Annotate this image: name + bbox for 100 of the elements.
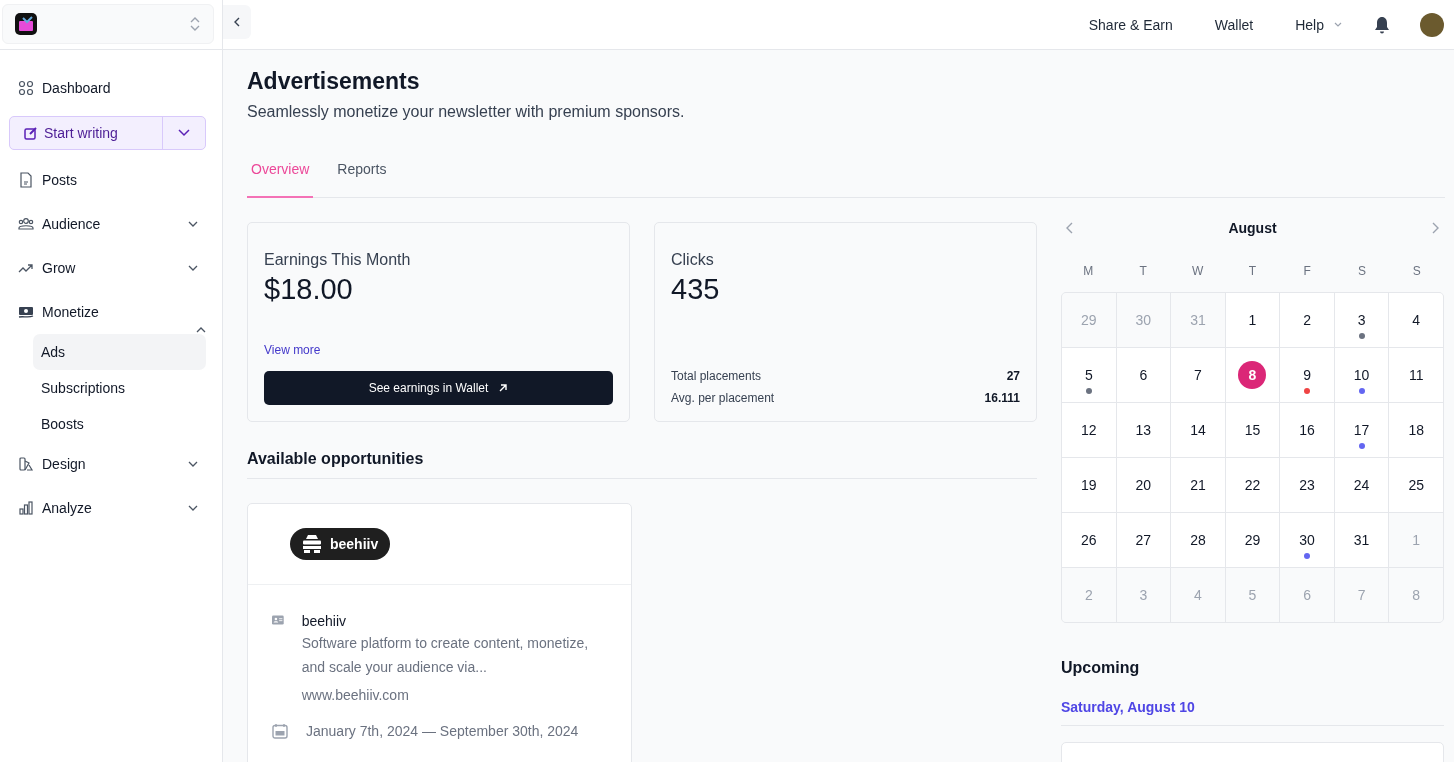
calendar-day[interactable]: 13: [1116, 403, 1171, 457]
sponsor-description: Software platform to create content, monetize, and scale your audience via...: [301, 634, 590, 677]
day-number: 3: [1356, 311, 1367, 330]
day-number: 19: [1080, 476, 1098, 495]
nav-item[interactable]: Design: [9, 442, 206, 486]
day-number: 1: [1247, 311, 1258, 330]
day-number: 5: [1083, 366, 1094, 385]
day-number: 4: [1411, 311, 1422, 330]
card-value: $18.00: [264, 273, 354, 306]
calendar-day[interactable]: 17: [1334, 403, 1389, 457]
opportunity-card[interactable]: beehiiv beehiiv Software platform to create content, monetize, and scale your audience via... www.beehiiv.com January 7th, 2024 — September 30th, 2024: [247, 503, 632, 762]
collapse-sidebar-button[interactable]: [223, 5, 251, 39]
calendar-day[interactable]: 22: [1225, 458, 1280, 512]
tab[interactable]: Reports: [333, 153, 391, 198]
calendar-day[interactable]: 30: [1280, 513, 1334, 567]
day-number: 5: [1247, 586, 1258, 605]
day-number: 26: [1080, 531, 1098, 550]
calendar-day[interactable]: 19: [1062, 458, 1116, 512]
stat-value: 27: [1006, 369, 1020, 383]
calendar-day[interactable]: 6: [1116, 348, 1171, 402]
calendar-day[interactable]: 12: [1062, 403, 1116, 457]
chevron-left-icon: [234, 17, 240, 27]
calendar-day[interactable]: 10: [1334, 348, 1389, 402]
weekday-label: S: [1356, 264, 1367, 278]
nav-icon: [18, 80, 34, 96]
workspace-switcher[interactable]: [2, 4, 214, 44]
stat-label: Total placements: [671, 369, 762, 383]
page-subtitle: Seamlessly monetize your newsletter with premium sponsors.: [247, 103, 686, 121]
calendar-day[interactable]: 24: [1334, 458, 1389, 512]
calendar-day[interactable]: 27: [1116, 513, 1171, 567]
calendar-day[interactable]: 4: [1389, 293, 1443, 347]
nav-item[interactable]: Audience: [9, 202, 206, 246]
nav-subitem[interactable]: Ads: [33, 334, 206, 370]
day-number: 8: [1238, 361, 1267, 389]
wallet-button[interactable]: See earnings in Wallet: [264, 371, 613, 405]
chevron-left-icon[interactable]: [1065, 222, 1073, 234]
calendar-day[interactable]: 5: [1062, 348, 1116, 402]
day-number: 29: [1243, 531, 1262, 550]
calendar-day[interactable]: 2: [1280, 293, 1334, 347]
calendar-day[interactable]: 26: [1062, 513, 1116, 567]
calendar-day[interactable]: 25: [1389, 458, 1443, 512]
day-number: 14: [1189, 421, 1207, 440]
day-number: 8: [1411, 586, 1422, 605]
nav-item[interactable]: Monetize: [9, 290, 206, 334]
view-more-link[interactable]: View more: [264, 343, 613, 357]
day-number: 18: [1407, 421, 1425, 440]
nav-item[interactable]: Posts: [9, 158, 206, 202]
nav-link[interactable]: Wallet: [1214, 16, 1254, 33]
card-label: Earnings This Month: [264, 251, 412, 269]
calendar-day[interactable]: 8: [1225, 348, 1280, 402]
calendar-day[interactable]: 15: [1225, 403, 1280, 457]
nav-icon: [18, 500, 34, 516]
calendar-day[interactable]: 29: [1225, 513, 1280, 567]
nav-item[interactable]: Analyze: [9, 486, 206, 530]
calendar-day[interactable]: 28: [1171, 513, 1225, 567]
calendar-day[interactable]: 7: [1171, 348, 1225, 402]
calendar-day[interactable]: 14: [1171, 403, 1225, 457]
nav-link[interactable]: Share & Earn: [1088, 16, 1173, 33]
nav-subitem[interactable]: Boosts: [33, 406, 206, 442]
section-heading: Upcoming: [1061, 659, 1141, 677]
day-number: 13: [1134, 421, 1153, 440]
day-number: 30: [1298, 531, 1316, 550]
day-number: 6: [1302, 586, 1312, 605]
day-number: 7: [1193, 366, 1203, 385]
nav-icon: [18, 172, 34, 188]
day-number: 4: [1193, 586, 1203, 605]
calendar-day[interactable]: 20: [1116, 458, 1171, 512]
day-number: 2: [1302, 311, 1312, 330]
bell-icon[interactable]: [1374, 15, 1390, 34]
calendar-day[interactable]: 3: [1334, 293, 1389, 347]
day-number: 10: [1352, 366, 1371, 385]
nav-icon: [18, 304, 34, 320]
avatar[interactable]: [1420, 12, 1444, 37]
logo-icon: [15, 13, 37, 35]
weekday-label: S: [1411, 264, 1422, 278]
nav-subitem[interactable]: Subscriptions: [33, 370, 206, 406]
day-number: 11: [1407, 366, 1425, 385]
calendar-day[interactable]: 1: [1225, 293, 1280, 347]
upcoming-date: Saturday, August 10: [1061, 699, 1444, 726]
calendar-day[interactable]: 9: [1280, 348, 1334, 402]
nav-item[interactable]: Dashboard: [9, 66, 206, 110]
chevron-updown-icon: [190, 17, 200, 31]
chevron-right-icon[interactable]: [1432, 222, 1440, 234]
calendar-day[interactable]: 11: [1389, 348, 1443, 402]
calendar-day[interactable]: 18: [1389, 403, 1443, 457]
day-number: 15: [1243, 421, 1262, 440]
calendar-day[interactable]: 21: [1171, 458, 1225, 512]
help-menu[interactable]: Help: [1295, 16, 1342, 33]
day-number: 6: [1138, 366, 1149, 385]
calendar-day[interactable]: 16: [1280, 403, 1334, 457]
calendar-month: August: [1228, 220, 1277, 236]
nav-item[interactable]: Grow: [9, 246, 206, 290]
day-number: 29: [1080, 311, 1098, 330]
day-number: 20: [1134, 476, 1153, 495]
stat-value: 16.111: [984, 391, 1020, 405]
day-number: 31: [1352, 531, 1371, 550]
day-number: 24: [1352, 476, 1371, 495]
calendar-day[interactable]: 23: [1280, 458, 1334, 512]
day-number: 3: [1138, 586, 1149, 605]
calendar-day[interactable]: 31: [1334, 513, 1389, 567]
